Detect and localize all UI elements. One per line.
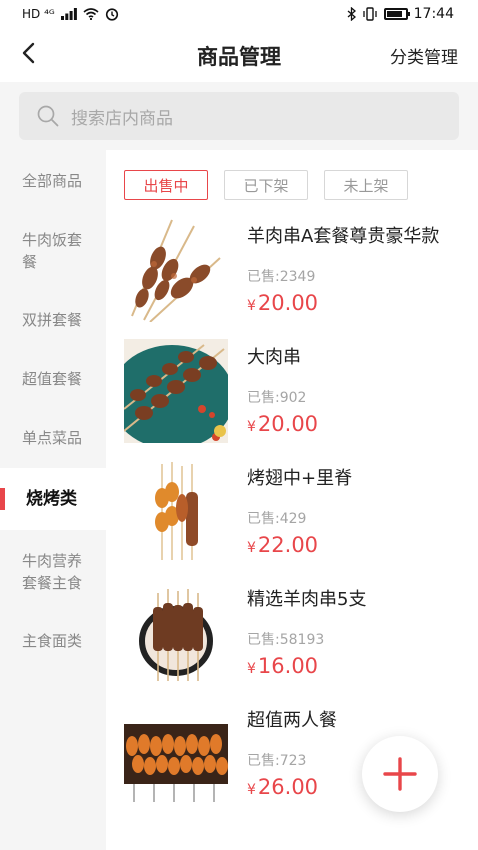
currency-symbol: ¥ [247, 782, 256, 798]
alarm-icon [105, 8, 118, 21]
status-bar-right: 17:44 [347, 6, 454, 22]
product-name: 超值两人餐 [247, 710, 337, 731]
product-name: 精选羊肉串5支 [247, 589, 367, 610]
network-label: HD ⁴ᴳ [22, 7, 55, 21]
search-placeholder: 搜索店内商品 [71, 108, 173, 129]
product-price: ¥22.00 [247, 533, 318, 557]
product-image [124, 339, 228, 443]
price-value: 26.00 [257, 775, 319, 799]
price-value: 22.00 [257, 533, 319, 557]
bluetooth-icon [347, 7, 356, 21]
chevron-left-icon [22, 42, 35, 64]
price-value: 20.00 [257, 412, 319, 436]
product-sold-count: 已售:429 [247, 511, 307, 527]
product-sold-count: 已售:902 [247, 390, 307, 406]
currency-symbol: ¥ [247, 298, 256, 314]
add-product-button[interactable] [362, 736, 438, 812]
navigation-bar: 商品管理 分类管理 [0, 28, 478, 82]
product-sold-count: 已售:58193 [247, 632, 325, 648]
product-name: 羊肉串A套餐尊贵豪华款 [247, 226, 440, 247]
status-filter-tabs: 出售中 已下架 未上架 [124, 170, 408, 200]
product-item[interactable]: 羊肉串A套餐尊贵豪华款 已售:2349 ¥20.00 [124, 218, 464, 328]
plus-icon [383, 757, 417, 791]
product-image [124, 460, 228, 564]
sidebar-item-single-dishes[interactable]: 单点菜品 [0, 427, 106, 449]
currency-symbol: ¥ [247, 540, 256, 556]
sidebar-item-all[interactable]: 全部商品 [0, 170, 106, 192]
product-sold-count: 已售:2349 [247, 269, 316, 285]
product-image [124, 702, 228, 806]
wifi-icon [83, 8, 99, 20]
battery-icon [383, 8, 410, 20]
product-price: ¥20.00 [247, 291, 318, 315]
product-item[interactable]: 大肉串 已售:902 ¥20.00 [124, 339, 464, 449]
status-bar-left: HD ⁴ᴳ [22, 7, 119, 21]
product-name: 烤翅中+里脊 [247, 468, 353, 489]
product-name: 大肉串 [247, 347, 301, 368]
product-image [124, 581, 228, 685]
product-item[interactable]: 烤翅中+里脊 已售:429 ¥22.00 [124, 460, 464, 570]
product-item[interactable]: 精选羊肉串5支 已售:58193 ¥16.00 [124, 581, 464, 691]
product-price: ¥20.00 [247, 412, 318, 436]
product-price: ¥16.00 [247, 654, 318, 678]
sidebar-item-beef-nutrition-set[interactable]: 牛肉营养套餐主食 [0, 550, 106, 594]
search-icon [37, 105, 59, 127]
sidebar-item-label: 烧烤类 [26, 489, 77, 509]
status-bar: HD ⁴ᴳ 17:44 [0, 0, 478, 28]
search-area: 搜索店内商品 [0, 82, 478, 150]
sidebar-item-beef-rice-set[interactable]: 牛肉饭套餐 [0, 229, 106, 273]
search-input[interactable]: 搜索店内商品 [19, 92, 459, 140]
category-management-button[interactable]: 分类管理 [390, 43, 458, 68]
back-button[interactable] [14, 38, 44, 68]
category-sidebar: 全部商品 牛肉饭套餐 双拼套餐 超值套餐 单点菜品 烧烤类 牛肉营养套餐主食 主… [0, 150, 106, 850]
sidebar-item-bbq[interactable]: 烧烤类 [0, 468, 106, 530]
vibrate-icon [362, 7, 377, 21]
currency-symbol: ¥ [247, 419, 256, 435]
active-indicator [0, 488, 5, 510]
sidebar-item-double-set[interactable]: 双拼套餐 [0, 309, 106, 331]
currency-symbol: ¥ [247, 661, 256, 677]
sidebar-item-noodles[interactable]: 主食面类 [0, 630, 106, 652]
tab-on-sale[interactable]: 出售中 [124, 170, 208, 200]
signal-icon [60, 8, 77, 20]
sidebar-item-value-set[interactable]: 超值套餐 [0, 368, 106, 390]
tab-delisted[interactable]: 已下架 [224, 170, 308, 200]
product-price: ¥26.00 [247, 775, 318, 799]
tab-not-listed[interactable]: 未上架 [324, 170, 408, 200]
product-sold-count: 已售:723 [247, 753, 307, 769]
product-image [124, 218, 228, 322]
status-time: 17:44 [413, 6, 454, 22]
price-value: 20.00 [257, 291, 319, 315]
price-value: 16.00 [257, 654, 319, 678]
